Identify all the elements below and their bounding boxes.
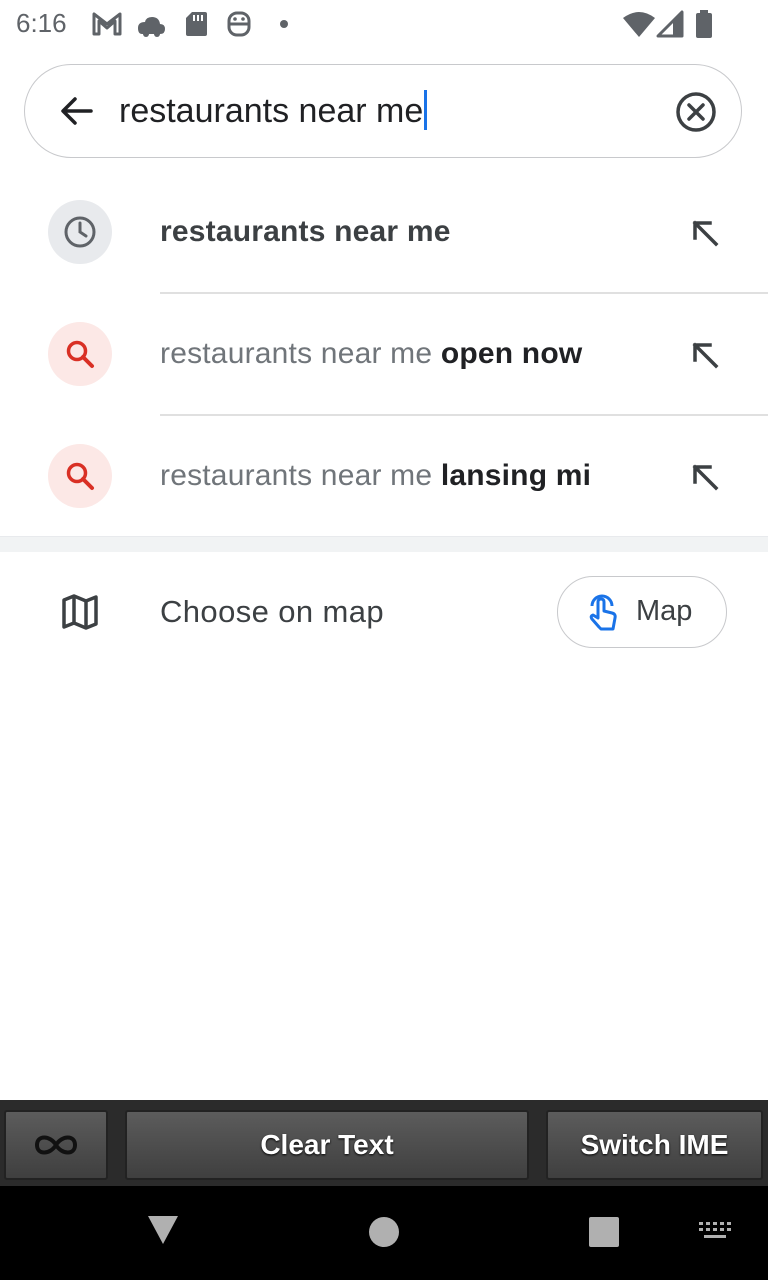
map-button[interactable]: Map — [557, 576, 727, 648]
navigation-bar — [0, 1186, 768, 1280]
suggestion-text: restaurants near me — [160, 212, 451, 252]
suggestion-text: restaurants near me lansing mi — [160, 456, 591, 496]
status-time: 6:16 — [16, 8, 67, 38]
cloud-icon — [138, 17, 165, 37]
suggestion-text: restaurants near me open now — [160, 334, 582, 374]
wifi-icon — [623, 12, 655, 37]
suggestion-completion: open now — [440, 337, 583, 370]
suggestion-prefix: restaurants near me — [160, 459, 433, 492]
search-input[interactable]: restaurants near me — [119, 89, 428, 133]
history-icon-circle — [48, 200, 112, 264]
touch-icon — [589, 594, 617, 631]
search-icon-circle — [48, 322, 112, 386]
dot-icon — [280, 20, 288, 28]
home-nav-icon[interactable] — [368, 1216, 400, 1248]
status-bar: 6:16 — [0, 0, 768, 50]
gmail-icon — [92, 12, 122, 36]
fill-query-arrow-icon[interactable] — [688, 216, 722, 250]
text-caret — [424, 90, 428, 130]
choose-on-map-label: Choose on map — [160, 594, 385, 629]
map-icon — [62, 594, 98, 630]
signal-icon — [656, 10, 684, 38]
suggestion-item[interactable]: restaurants near me open now — [0, 294, 768, 416]
switch-ime-button[interactable]: Switch IME — [546, 1110, 763, 1180]
back-nav-icon[interactable] — [146, 1214, 180, 1246]
infinity-key[interactable] — [4, 1110, 108, 1180]
search-icon — [66, 340, 94, 368]
keyboard-switch-icon[interactable] — [698, 1220, 732, 1242]
suggestion-completion: lansing mi — [440, 459, 592, 492]
suggestion-main-text: restaurants near me — [160, 215, 451, 248]
search-icon-circle — [48, 444, 112, 508]
clear-search-icon[interactable] — [673, 89, 719, 135]
section-divider — [0, 536, 768, 552]
suggestion-item[interactable]: restaurants near me lansing mi — [0, 416, 768, 538]
battery-icon — [696, 10, 712, 38]
sd-card-icon — [186, 12, 207, 36]
infinity-icon — [34, 1135, 78, 1155]
smiley-icon — [227, 11, 251, 37]
map-button-label: Map — [636, 595, 693, 627]
keyboard-action-bar: Clear Text Switch IME — [0, 1100, 768, 1186]
search-icon — [66, 462, 94, 490]
fill-query-arrow-icon[interactable] — [688, 460, 722, 494]
back-arrow-icon[interactable] — [53, 87, 101, 135]
fill-query-arrow-icon[interactable] — [688, 338, 722, 372]
choose-on-map-row[interactable]: Choose on map Map — [0, 552, 768, 674]
search-bar[interactable]: restaurants near me — [24, 64, 742, 158]
suggestion-prefix: restaurants near me — [160, 337, 433, 370]
clear-text-button[interactable]: Clear Text — [125, 1110, 529, 1180]
clock-icon — [64, 216, 96, 248]
recents-nav-icon[interactable] — [588, 1216, 620, 1248]
search-query-text: restaurants near me — [119, 92, 424, 130]
suggestion-item[interactable]: restaurants near me — [0, 172, 768, 294]
